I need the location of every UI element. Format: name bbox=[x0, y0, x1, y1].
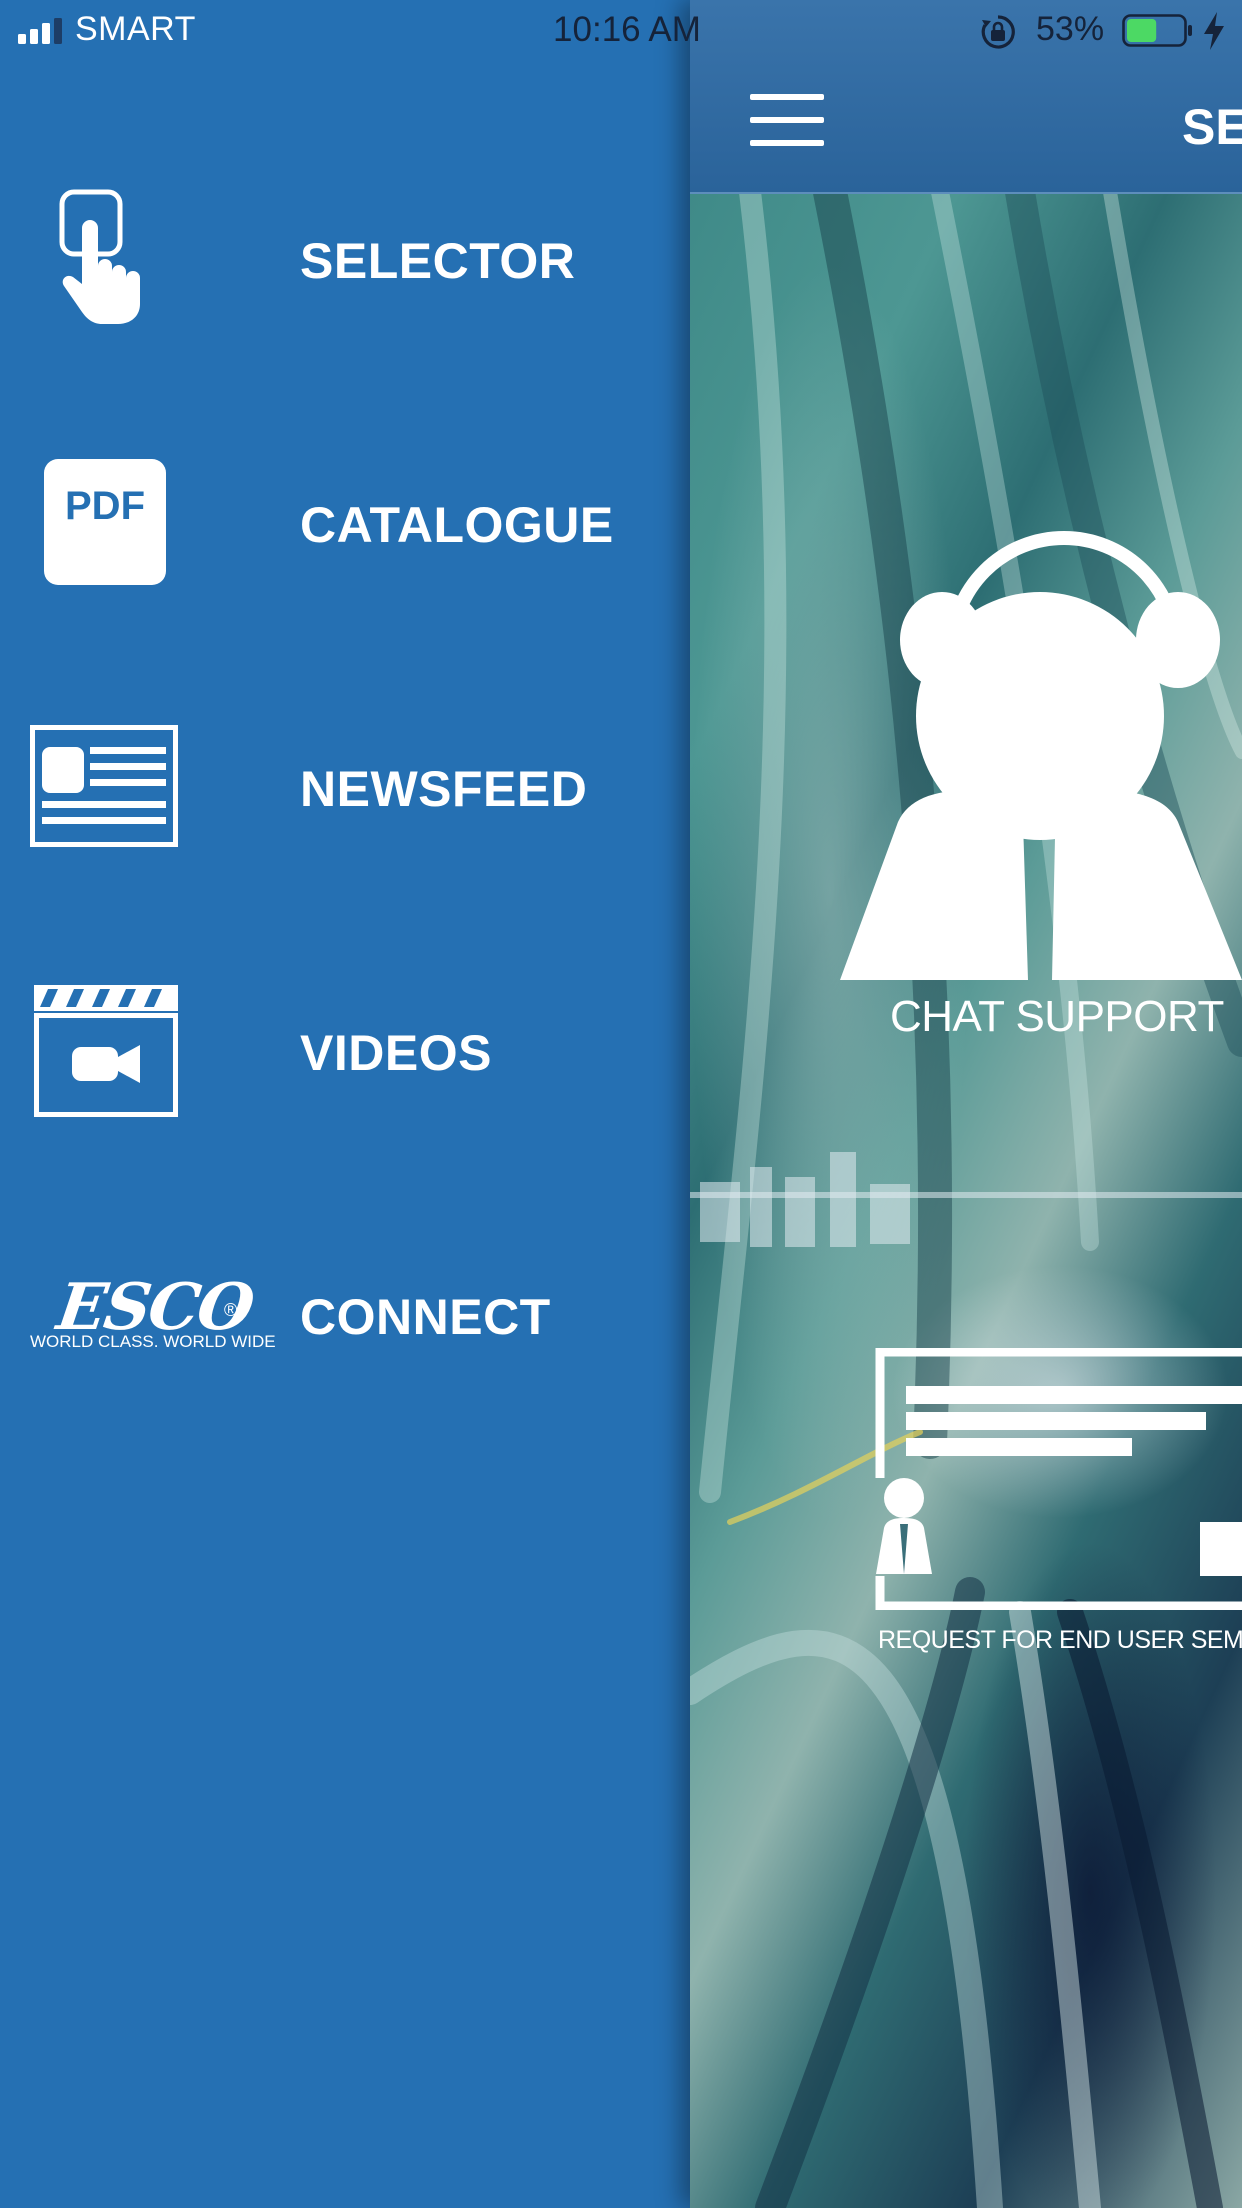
menu-label-newsfeed: NEWSFEED bbox=[300, 761, 588, 817]
battery-icon bbox=[1122, 14, 1192, 47]
nav-title: SE bbox=[1182, 99, 1242, 155]
rotation-lock-icon bbox=[981, 15, 1015, 49]
chat-support-label[interactable]: CHAT SUPPORT bbox=[890, 992, 1224, 1042]
menu-label-catalogue: CATALOGUE bbox=[300, 497, 614, 553]
registered-mark: ® bbox=[224, 1300, 238, 1320]
status-bar: SMART 10:16 AM 53% bbox=[0, 0, 1242, 62]
seminar-request-label[interactable]: REQUEST FOR END USER SEM bbox=[878, 1626, 1242, 1655]
menu-label-connect: CONNECT bbox=[300, 1289, 551, 1345]
chat-support-icon[interactable] bbox=[840, 470, 1242, 990]
menu-label-videos: VIDEOS bbox=[300, 1025, 492, 1081]
newspaper-icon bbox=[30, 725, 178, 847]
touch-hand-icon bbox=[59, 189, 140, 324]
battery-level-fill bbox=[1127, 19, 1157, 42]
charging-icon bbox=[1204, 12, 1224, 50]
menu-item-selector[interactable]: SELECTOR bbox=[0, 160, 690, 360]
menu-item-newsfeed[interactable]: NEWSFEED bbox=[0, 688, 690, 888]
menu-label-selector: SELECTOR bbox=[300, 233, 576, 289]
menu-item-catalogue[interactable]: PDF CATALOGUE bbox=[0, 424, 690, 624]
pdf-icon: PDF bbox=[44, 459, 166, 585]
video-clapperboard-icon bbox=[34, 985, 178, 1117]
battery-percentage: 53% bbox=[1036, 10, 1105, 48]
hamburger-menu-icon[interactable] bbox=[750, 94, 824, 150]
pdf-icon-text: PDF bbox=[65, 484, 145, 528]
esco-logo: ESCO ® WORLD CLASS. WORLD WIDE bbox=[28, 1270, 276, 1351]
seminar-request-icon[interactable] bbox=[870, 1348, 1242, 1610]
side-menu: SELECTOR PDF CATALOGUE NEWSFEED VIDEOS C… bbox=[0, 0, 690, 2208]
main-content-pane[interactable]: SE CHAT SUPPORT REQUEST FOR END USER SEM bbox=[690, 0, 1242, 2208]
menu-item-videos[interactable]: VIDEOS bbox=[0, 952, 690, 1152]
esco-tagline: WORLD CLASS. WORLD WIDE bbox=[30, 1332, 276, 1351]
